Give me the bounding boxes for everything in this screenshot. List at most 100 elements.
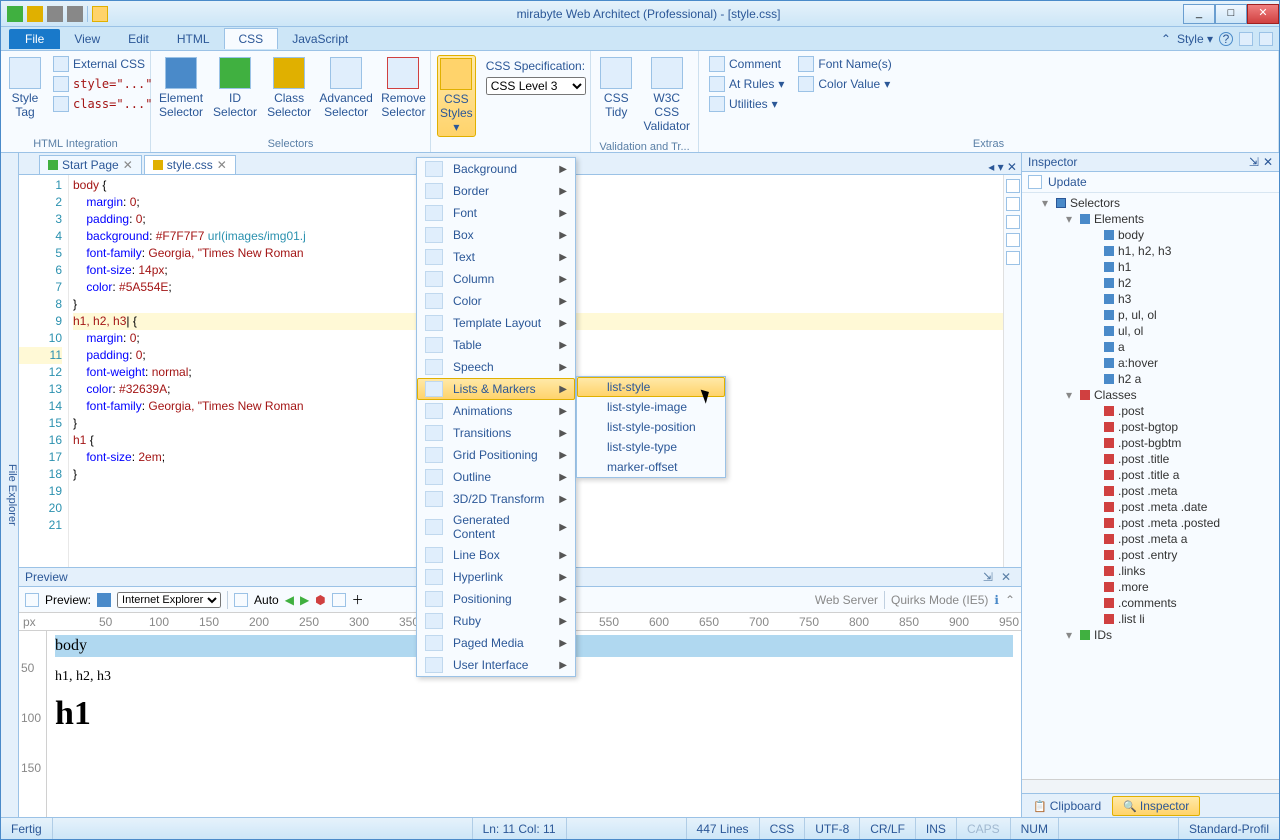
menu-item-column[interactable]: Column▶ — [417, 268, 575, 290]
nav-back-icon[interactable]: ◀ — [285, 593, 294, 607]
qat-icon[interactable] — [92, 6, 108, 22]
qat-icon[interactable] — [67, 6, 83, 22]
qat-icon[interactable] — [27, 6, 43, 22]
close-icon[interactable]: ✕ — [997, 570, 1015, 584]
menu-item-animations[interactable]: Animations▶ — [417, 400, 575, 422]
menu-item-paged-media[interactable]: Paged Media▶ — [417, 632, 575, 654]
inspector-tree[interactable]: ▾Selectors▾Elementsbodyh1, h2, h3h1h2h3p… — [1022, 193, 1279, 779]
toolbox-icon[interactable] — [1239, 32, 1253, 46]
tree-node[interactable]: .list li — [1022, 611, 1279, 627]
menu-item-color[interactable]: Color▶ — [417, 290, 575, 312]
color-value-button[interactable]: Color Value ▾ — [794, 75, 895, 93]
editor-side-icon[interactable] — [1006, 179, 1020, 193]
maximize-button[interactable]: □ — [1215, 4, 1247, 24]
tree-node[interactable]: ▾Selectors — [1022, 195, 1279, 211]
menu-item-template-layout[interactable]: Template Layout▶ — [417, 312, 575, 334]
menu-item-positioning[interactable]: Positioning▶ — [417, 588, 575, 610]
minimize-button[interactable]: _ — [1183, 4, 1215, 24]
menu-chevron-icon[interactable]: ⌃ — [1161, 32, 1171, 46]
submenu-item-list-style-position[interactable]: list-style-position — [577, 417, 725, 437]
tab-html[interactable]: HTML — [163, 29, 224, 49]
tab-view[interactable]: View — [60, 29, 114, 49]
menu-item-lists-markers[interactable]: Lists & Markers▶ — [417, 378, 575, 400]
w3c-validator-button[interactable]: W3C CSS Validator — [642, 55, 692, 135]
file-menu[interactable]: File — [9, 29, 60, 49]
tree-node[interactable]: h1 — [1022, 259, 1279, 275]
tree-node[interactable]: p, ul, ol — [1022, 307, 1279, 323]
submenu-item-marker-offset[interactable]: marker-offset — [577, 457, 725, 477]
menu-item-table[interactable]: Table▶ — [417, 334, 575, 356]
remove-selector-button[interactable]: Remove Selector — [379, 55, 428, 121]
tree-node[interactable]: .links — [1022, 563, 1279, 579]
tree-node[interactable]: ▾IDs — [1022, 627, 1279, 643]
close-button[interactable]: ✕ — [1247, 4, 1279, 24]
menu-item-hyperlink[interactable]: Hyperlink▶ — [417, 566, 575, 588]
update-button[interactable]: Update — [1022, 172, 1279, 193]
tree-node[interactable]: .post .meta — [1022, 483, 1279, 499]
tree-node[interactable]: .post .entry — [1022, 547, 1279, 563]
close-icon[interactable]: ✕ — [123, 158, 133, 172]
menu-item-generated-content[interactable]: Generated Content▶ — [417, 510, 575, 544]
browser-select[interactable]: Internet Explorer — [117, 592, 221, 608]
submenu-item-list-style-image[interactable]: list-style-image — [577, 397, 725, 417]
nav-fwd-icon[interactable]: ▶ — [300, 593, 309, 607]
nav-stop-icon[interactable]: ⬢ — [315, 593, 325, 607]
style-tag-button[interactable]: Style Tag — [7, 55, 43, 121]
close-icon[interactable]: ✕ — [1263, 155, 1273, 169]
editor-side-icon[interactable] — [1006, 215, 1020, 229]
code-editor[interactable]: 123456789101112131415161718192021 body {… — [19, 175, 1021, 567]
menu-item-box[interactable]: Box▶ — [417, 224, 575, 246]
menu-item-background[interactable]: Background▶ — [417, 158, 575, 180]
tree-node[interactable]: h2 a — [1022, 371, 1279, 387]
help-icon[interactable]: ? — [1219, 32, 1233, 46]
tree-node[interactable]: a — [1022, 339, 1279, 355]
css-tidy-button[interactable]: CSS Tidy — [597, 55, 636, 121]
utilities-button[interactable]: Utilities ▾ — [705, 95, 788, 113]
tab-css[interactable]: CSS — [224, 28, 279, 49]
css-styles-button[interactable]: CSS Styles ▾ — [437, 55, 476, 137]
tree-node[interactable]: .more — [1022, 579, 1279, 595]
id-selector-button[interactable]: ID Selector — [211, 55, 259, 121]
editor-side-icon[interactable] — [1006, 197, 1020, 211]
tree-node[interactable]: ▾Elements — [1022, 211, 1279, 227]
external-css-button[interactable]: External CSS — [49, 55, 156, 73]
tree-node[interactable]: .post — [1022, 403, 1279, 419]
tree-node[interactable]: ul, ol — [1022, 323, 1279, 339]
editor-side-icon[interactable] — [1006, 233, 1020, 247]
info-icon[interactable]: ℹ — [994, 593, 999, 607]
qat-icon[interactable] — [47, 6, 63, 22]
style-attr-button[interactable]: style="..." — [49, 75, 156, 93]
tree-node[interactable]: .post .meta .date — [1022, 499, 1279, 515]
at-rules-button[interactable]: At Rules ▾ — [705, 75, 788, 93]
font-names-button[interactable]: Font Name(s) — [794, 55, 895, 73]
chevron-up-icon[interactable]: ⌃ — [1005, 593, 1015, 607]
style-dropdown[interactable]: Style ▾ — [1177, 32, 1213, 46]
tree-node[interactable]: a:hover — [1022, 355, 1279, 371]
qat-icon[interactable] — [7, 6, 23, 22]
editor-side-icon[interactable] — [1006, 251, 1020, 265]
inspector-tab[interactable]: 🔍 Inspector — [1112, 796, 1200, 816]
menu-item-ruby[interactable]: Ruby▶ — [417, 610, 575, 632]
pin-icon[interactable]: ⇲ — [1245, 155, 1263, 169]
doc-tab-start[interactable]: Start Page✕ — [39, 155, 142, 174]
menu-item-grid-positioning[interactable]: Grid Positioning▶ — [417, 444, 575, 466]
tree-node[interactable]: body — [1022, 227, 1279, 243]
tree-node[interactable]: .post .meta .posted — [1022, 515, 1279, 531]
class-selector-button[interactable]: Class Selector — [265, 55, 313, 121]
auto-icon[interactable] — [234, 593, 248, 607]
menu-item--d-d-transform[interactable]: 3D/2D Transform▶ — [417, 488, 575, 510]
tree-node[interactable]: .post .title — [1022, 451, 1279, 467]
tree-node[interactable]: .post .meta a — [1022, 531, 1279, 547]
menu-item-user-interface[interactable]: User Interface▶ — [417, 654, 575, 676]
file-explorer-rail[interactable]: File Explorer — [1, 153, 19, 817]
tree-node[interactable]: .post-bgtop — [1022, 419, 1279, 435]
menu-item-line-box[interactable]: Line Box▶ — [417, 544, 575, 566]
tree-node[interactable]: h2 — [1022, 275, 1279, 291]
add-icon[interactable]: ＋ — [352, 591, 364, 608]
pin-icon[interactable]: ⇲ — [979, 570, 997, 584]
refresh-icon[interactable] — [25, 593, 39, 607]
clipboard-tab[interactable]: 📋 Clipboard — [1022, 796, 1112, 816]
tabs-menu-icon[interactable]: ◂ ▾ ✕ — [984, 160, 1021, 174]
settings-icon[interactable] — [1259, 32, 1273, 46]
menu-item-font[interactable]: Font▶ — [417, 202, 575, 224]
